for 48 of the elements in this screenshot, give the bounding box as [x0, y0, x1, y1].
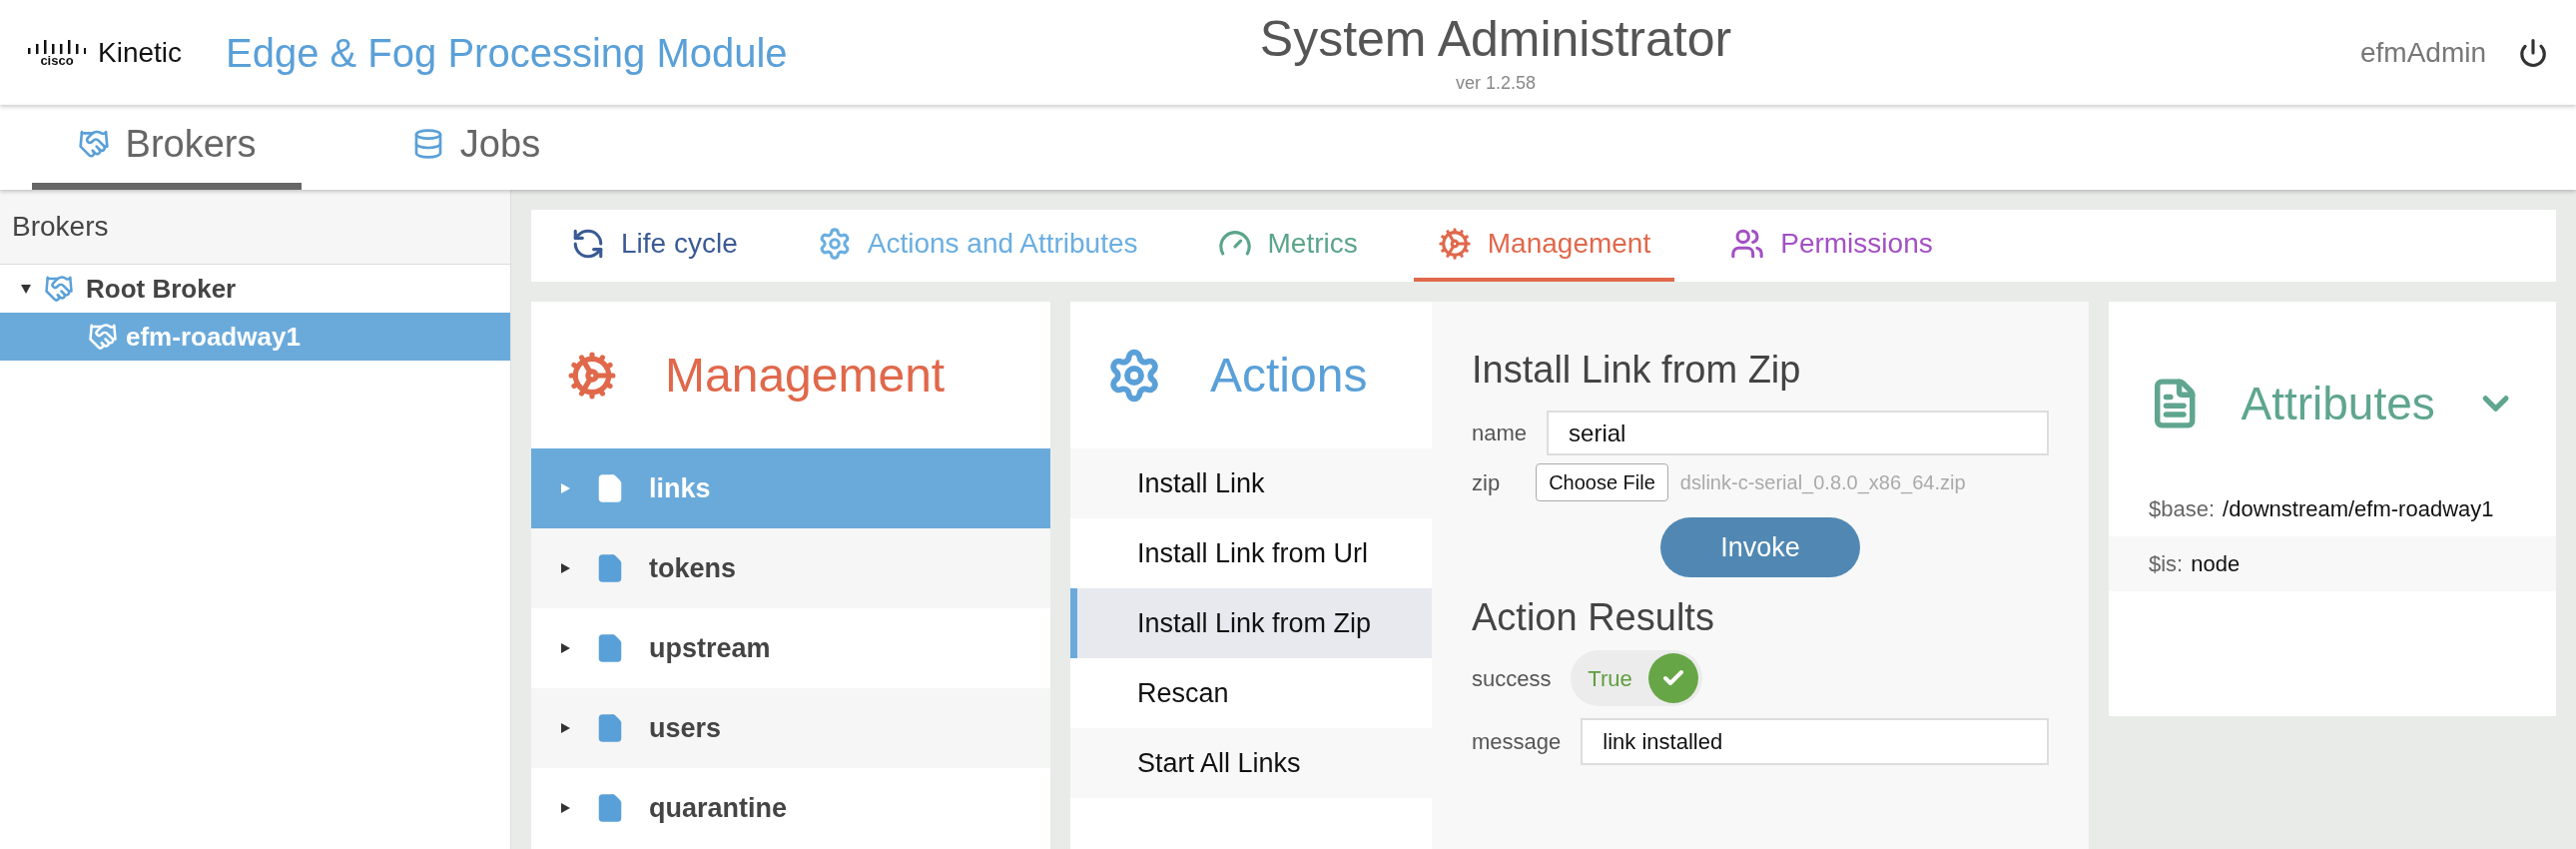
sidebar-header: Brokers	[0, 190, 510, 265]
page-title: System Administrator	[1259, 9, 1732, 69]
caret-icon[interactable]	[559, 802, 571, 814]
attribute-key: $is:	[2149, 547, 2184, 580]
choose-file-button[interactable]: Choose File	[1536, 463, 1668, 501]
logo-brand: cisco	[40, 54, 74, 67]
attribute-value: /downstream/efm-roadway1	[2223, 495, 2494, 523]
action-item[interactable]: Start All Links	[1070, 728, 1432, 798]
action-item[interactable]: Install Link from Zip	[1070, 588, 1432, 658]
action-item[interactable]: Install Link	[1070, 448, 1432, 518]
logo-bars-icon	[28, 38, 86, 54]
panel-title: Management	[665, 347, 946, 404]
attribute-value: node	[2191, 550, 2241, 578]
file-name: dslink-c-serial_0.8.0_x86_64.zip	[1679, 470, 1966, 496]
users-icon	[1730, 227, 1765, 261]
caret-icon[interactable]	[20, 283, 32, 295]
attribute-key: $base:	[2149, 492, 2216, 525]
handshake-icon	[88, 322, 118, 352]
field-label: message	[1472, 728, 1562, 756]
management-item[interactable]: users	[531, 688, 1050, 768]
caret-icon[interactable]	[559, 642, 571, 654]
field-label: name	[1472, 420, 1528, 447]
panel-title: Attributes	[2241, 376, 2435, 431]
handshake-icon	[77, 128, 110, 160]
nav-tab[interactable]: Jobs	[341, 105, 611, 190]
tree-item[interactable]: Root Broker	[0, 265, 510, 313]
section-tab[interactable]: Life cycle	[547, 210, 762, 282]
results-title: Action Results	[1472, 595, 1715, 640]
gear-icon	[567, 350, 617, 401]
message-field[interactable]: link installed	[1581, 718, 2049, 765]
user-name: efmAdmin	[2359, 35, 2486, 70]
app-title: Edge & Fog Processing Module	[226, 29, 788, 77]
caret-icon[interactable]	[559, 562, 571, 574]
panel-title: Actions	[1210, 347, 1368, 404]
handshake-icon	[44, 274, 74, 304]
cycle-icon	[571, 227, 605, 261]
caret-icon[interactable]	[559, 722, 571, 734]
field-label: success	[1472, 664, 1552, 693]
invoke-button[interactable]: Invoke	[1660, 517, 1860, 577]
section-tab[interactable]: Permissions	[1706, 210, 1957, 282]
logo-product: Kinetic	[98, 35, 183, 70]
field-label: zip	[1472, 468, 1501, 497]
gear-icon	[1437, 227, 1472, 261]
name-field[interactable]: serial	[1547, 411, 2049, 455]
power-button[interactable]	[2518, 37, 2548, 68]
form-title: Install Link from Zip	[1472, 348, 1802, 393]
management-item[interactable]: tokens	[531, 528, 1050, 608]
version-text: ver 1.2.58	[1455, 72, 1537, 96]
